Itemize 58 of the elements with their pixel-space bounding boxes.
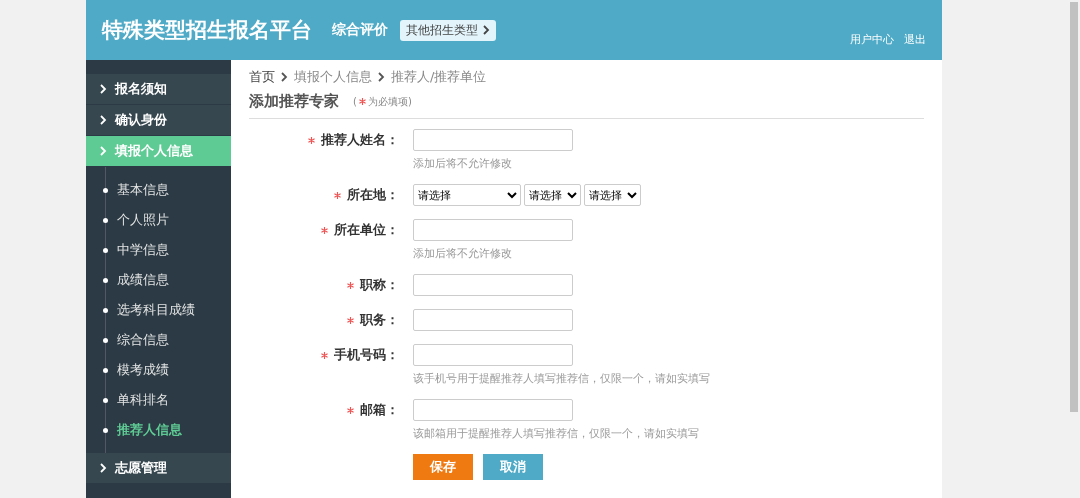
bullet-icon	[103, 427, 108, 433]
bullet-icon	[103, 187, 108, 193]
select-dropdown[interactable]: 请选择	[584, 184, 641, 206]
input-field[interactable]	[413, 219, 573, 241]
input-field[interactable]	[413, 344, 573, 366]
chevron-right-icon	[483, 25, 490, 35]
sidebar-subitem[interactable]: 模考成绩	[103, 355, 231, 385]
bullet-icon	[103, 367, 108, 373]
input-field[interactable]	[413, 129, 573, 151]
sidebar-subitem[interactable]: 个人照片	[103, 205, 231, 235]
bullet-icon	[103, 277, 108, 283]
select-dropdown[interactable]: 请选择	[413, 184, 521, 206]
sidebar-item[interactable]: 报名须知	[86, 74, 231, 105]
bullet-icon	[103, 337, 108, 343]
breadcrumb-link[interactable]: 填报个人信息	[294, 68, 372, 86]
chevron-right-icon	[100, 146, 107, 156]
sidebar-item[interactable]: 志愿管理	[86, 453, 231, 484]
sidebar-subitem[interactable]: 推荐人信息	[103, 415, 231, 445]
required-icon	[358, 98, 366, 105]
field-hint: 添加后将不允许修改	[413, 157, 513, 171]
bullet-icon	[103, 307, 108, 313]
field-label: 职务：	[360, 311, 399, 329]
note-text: (	[353, 96, 357, 107]
sidebar-subitem[interactable]: 综合信息	[103, 325, 231, 355]
field-label: 所在地：	[347, 186, 399, 204]
field-label: 职称：	[360, 276, 399, 294]
input-field[interactable]	[413, 274, 573, 296]
sidebar-subitem[interactable]: 选考科目成绩	[103, 295, 231, 325]
note-text: 为必填项)	[367, 94, 412, 109]
field-hint: 添加后将不允许修改	[413, 247, 513, 261]
field-label: 手机号码：	[334, 346, 399, 364]
header-subtitle: 综合评价	[332, 21, 388, 39]
chevron-right-icon	[100, 463, 107, 473]
bullet-icon	[103, 217, 108, 223]
field-hint: 该手机号用于提醒推荐人填写推荐信，仅限一个，请如实填写	[413, 372, 711, 386]
breadcrumb-link[interactable]: 推荐人/推荐单位	[391, 68, 487, 86]
sidebar-subitem[interactable]: 中学信息	[103, 235, 231, 265]
input-field[interactable]	[413, 399, 573, 421]
field-hint: 该邮箱用于提醒推荐人填写推荐信，仅限一个，请如实填写	[413, 427, 700, 441]
sidebar-subitem[interactable]: 单科排名	[103, 385, 231, 415]
field-label: 所在单位：	[334, 221, 399, 239]
field-label: 推荐人姓名：	[321, 131, 399, 149]
sidebar-item[interactable]: 确认身份	[86, 105, 231, 136]
bullet-icon	[103, 247, 108, 253]
chevron-right-icon	[378, 72, 385, 82]
breadcrumb-link[interactable]: 首页	[249, 68, 275, 86]
bullet-icon	[103, 397, 108, 403]
select-dropdown[interactable]: 请选择	[524, 184, 581, 206]
chevron-right-icon	[100, 84, 107, 94]
sidebar-subitem[interactable]: 成绩信息	[103, 265, 231, 295]
switch-type-button[interactable]: 其他招生类型	[400, 19, 496, 41]
platform-title: 特殊类型招生报名平台	[102, 17, 312, 44]
input-field[interactable]	[413, 309, 573, 331]
field-label: 邮箱：	[360, 401, 399, 419]
sidebar-subitem[interactable]: 基本信息	[103, 175, 231, 205]
chevron-right-icon	[100, 115, 107, 125]
chevron-right-icon	[281, 72, 288, 82]
page-heading: 添加推荐专家	[249, 92, 339, 111]
